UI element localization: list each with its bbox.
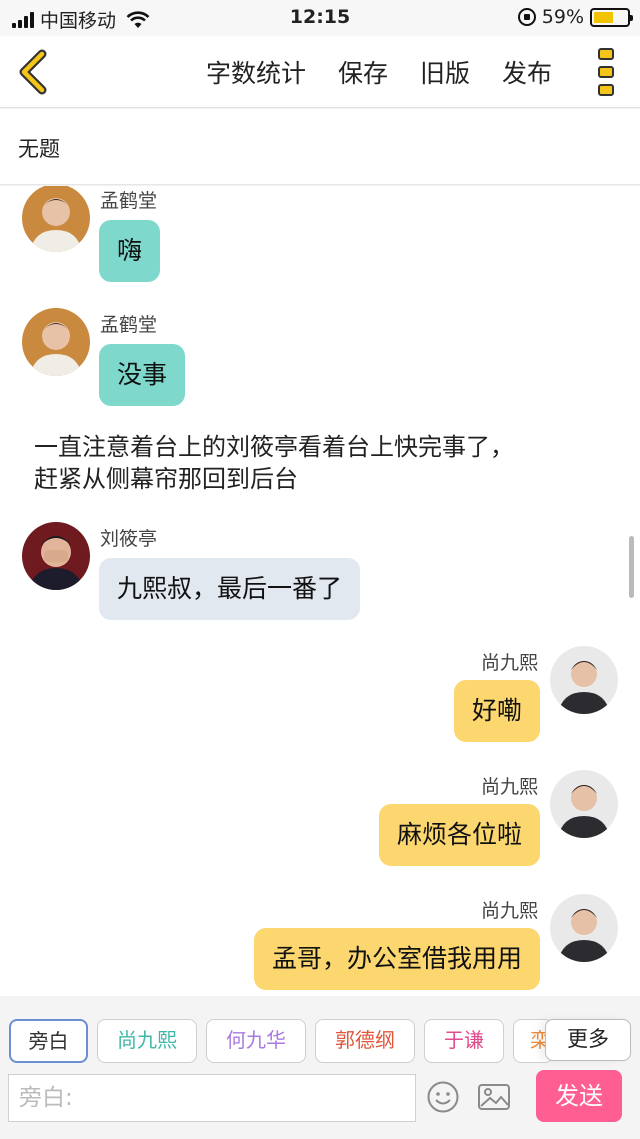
speaker-name: 尚九熙 bbox=[480, 776, 538, 798]
send-button[interactable]: 发送 bbox=[536, 1070, 622, 1122]
title-row[interactable]: 无题 bbox=[0, 109, 640, 185]
speaker-name: 尚九熙 bbox=[480, 900, 538, 922]
message-bubble[interactable]: 孟哥，办公室借我用用 bbox=[253, 928, 540, 990]
person-avatar-icon bbox=[550, 894, 618, 962]
rotation-lock-icon bbox=[517, 8, 536, 26]
avatar-shangjiuxi[interactable] bbox=[550, 770, 618, 838]
old-version-button[interactable]: 旧版 bbox=[420, 54, 470, 90]
person-avatar-icon bbox=[22, 308, 90, 376]
back-button[interactable] bbox=[14, 48, 54, 96]
avatar-shangjiuxi[interactable] bbox=[550, 894, 618, 962]
role-chip-yuqian[interactable]: 于谦 bbox=[424, 1019, 504, 1063]
avatar-shangjiuxi[interactable] bbox=[550, 646, 618, 714]
header-actions: 字数统计 保存 旧版 发布 bbox=[206, 36, 552, 108]
save-button[interactable]: 保存 bbox=[338, 54, 388, 90]
role-chip-narrator[interactable]: 旁白 bbox=[9, 1019, 88, 1063]
person-avatar-icon bbox=[550, 770, 618, 838]
editor-header: 字数统计 保存 旧版 发布 bbox=[0, 36, 640, 108]
battery-icon bbox=[590, 7, 633, 27]
input-bar: 发送 bbox=[0, 1068, 640, 1139]
publish-button[interactable]: 发布 bbox=[502, 54, 552, 90]
message-bubble[interactable]: 九熙叔，最后一番了 bbox=[99, 558, 361, 620]
avatar-menghetang[interactable] bbox=[22, 308, 90, 376]
document-title: 无题 bbox=[18, 137, 60, 161]
narration-line: 赶紧从侧幕帘那回到后台 bbox=[34, 465, 298, 493]
narration-text[interactable]: 一直注意着台上的刘筱亭看着台上快完事了， 赶紧从侧幕帘那回到后台 bbox=[34, 431, 514, 495]
menu-dot-icon bbox=[598, 66, 614, 78]
word-count-button[interactable]: 字数统计 bbox=[206, 54, 306, 90]
role-chip-hejiuhua[interactable]: 何九华 bbox=[206, 1019, 306, 1063]
person-avatar-icon bbox=[22, 522, 90, 590]
chat-scrollbar[interactable] bbox=[629, 536, 634, 598]
speaker-name: 孟鹤堂 bbox=[100, 314, 158, 336]
menu-dot-icon bbox=[598, 84, 614, 96]
image-button[interactable] bbox=[477, 1080, 511, 1114]
message-bubble[interactable]: 好嘞 bbox=[453, 680, 540, 742]
speaker-name: 尚九熙 bbox=[480, 652, 538, 674]
speaker-name: 刘筱亭 bbox=[100, 528, 158, 550]
role-selector: 旁白 尚九熙 何九华 郭德纲 于谦 栾 更多 bbox=[0, 996, 640, 1068]
role-chip-shangjiuxi[interactable]: 尚九熙 bbox=[97, 1019, 197, 1063]
person-avatar-icon bbox=[22, 186, 90, 252]
narration-line: 一直注意着台上的刘筱亭看着台上快完事了， bbox=[34, 433, 514, 461]
chat-area[interactable]: 孟鹤堂 嗨 孟鹤堂 没事 一直注意着台上的刘筱亭看着台上快完事了， 赶紧从侧幕帘… bbox=[0, 186, 640, 996]
role-chip-guodegang[interactable]: 郭德纲 bbox=[315, 1019, 415, 1063]
image-icon bbox=[478, 1084, 510, 1110]
battery-percent: 59% bbox=[541, 6, 584, 28]
message-bubble[interactable]: 没事 bbox=[99, 344, 186, 406]
message-input[interactable] bbox=[8, 1074, 416, 1122]
status-bar: 中国移动 12:15 59% bbox=[0, 0, 640, 36]
person-avatar-icon bbox=[550, 646, 618, 714]
more-menu-button[interactable] bbox=[594, 48, 618, 96]
emoji-button[interactable] bbox=[426, 1080, 460, 1114]
message-bubble[interactable]: 麻烦各位啦 bbox=[378, 804, 540, 866]
menu-dot-icon bbox=[598, 48, 614, 60]
smiley-icon bbox=[427, 1081, 459, 1113]
chevron-left-icon bbox=[19, 49, 47, 95]
message-bubble[interactable]: 嗨 bbox=[99, 220, 161, 282]
more-roles-button[interactable]: 更多 bbox=[545, 1019, 631, 1061]
avatar-menghetang[interactable] bbox=[22, 186, 90, 252]
status-right: 59% bbox=[517, 6, 633, 28]
speaker-name: 孟鹤堂 bbox=[100, 190, 158, 212]
avatar-liuxiaoting[interactable] bbox=[22, 522, 90, 590]
